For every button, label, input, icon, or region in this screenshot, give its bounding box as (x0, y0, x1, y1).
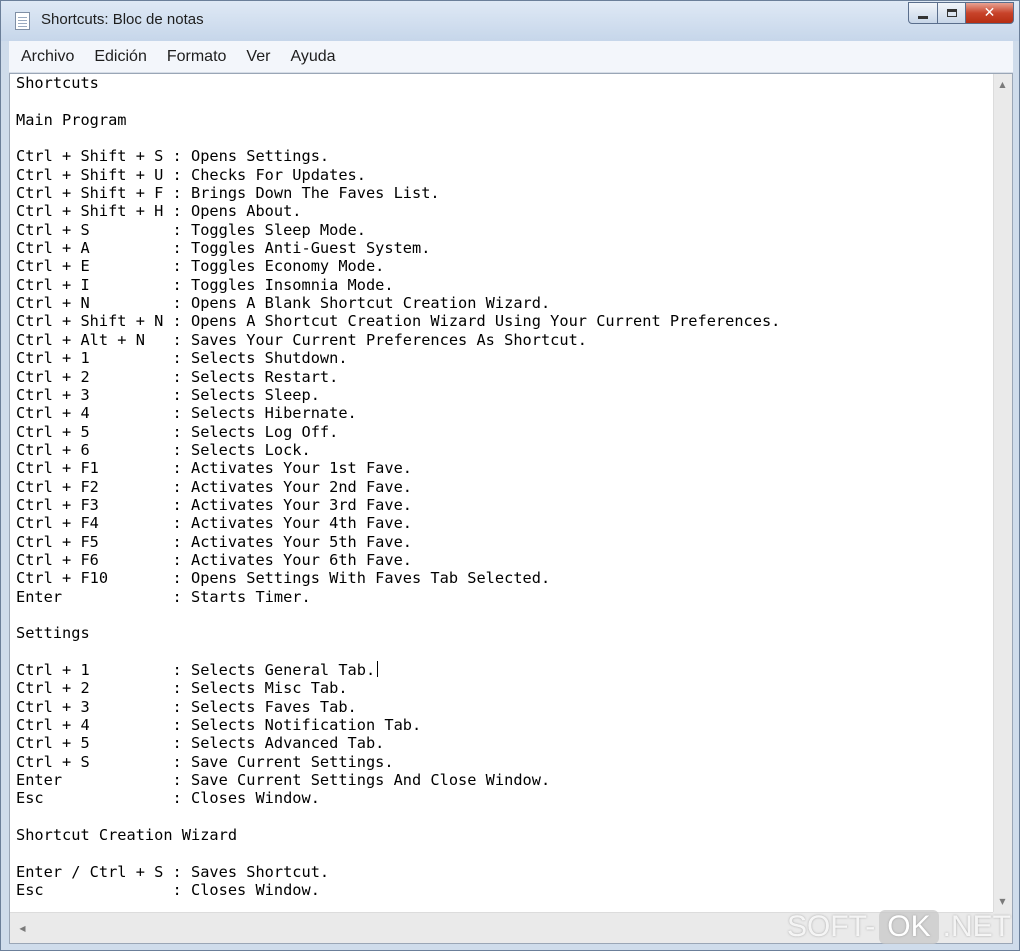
minimize-button[interactable] (908, 2, 938, 24)
text-line: Ctrl + 2 : Selects Restart. (16, 367, 339, 386)
text-line (16, 129, 986, 147)
text-line: Main Program (16, 110, 127, 129)
text-line: Enter : Save Current Settings And Close … (16, 771, 551, 790)
text-line (16, 606, 986, 624)
watermark: SOFT- OK .NET (787, 910, 1011, 944)
menu-ayuda[interactable]: Ayuda (280, 48, 345, 66)
text-line: Ctrl + 4 : Selects Hibernate. (16, 404, 357, 423)
notepad-window: Shortcuts: Bloc de notas ✕ Archivo Edici… (0, 0, 1020, 951)
text-editor[interactable]: Shortcuts Main Program Ctrl + Shift + S : … (9, 73, 1013, 944)
text-line: Ctrl + F10 : Opens Settings With Faves T… (16, 569, 551, 588)
maximize-icon (946, 9, 957, 17)
text-line: Ctrl + Shift + N : Opens A Shortcut Crea… (16, 312, 781, 331)
watermark-right: .NET (942, 910, 1011, 943)
text-line: Shortcuts (16, 74, 99, 92)
watermark-middle: OK (879, 910, 939, 944)
menu-formato[interactable]: Formato (157, 48, 237, 66)
text-line: Ctrl + F1 : Activates Your 1st Fave. (16, 459, 413, 478)
text-line: Shortcut Creation Wizard (16, 826, 238, 845)
text-line: Ctrl + Shift + F : Brings Down The Faves… (16, 184, 440, 203)
text-line: Enter / Ctrl + S : Saves Shortcut. (16, 862, 330, 881)
title-bar[interactable]: Shortcuts: Bloc de notas ✕ (1, 1, 1019, 41)
vertical-scrollbar[interactable]: ▲ ▼ (993, 74, 1012, 912)
text-line: Ctrl + F6 : Activates Your 6th Fave. (16, 550, 413, 569)
text-line (16, 808, 986, 826)
scroll-up-icon[interactable]: ▲ (994, 76, 1011, 93)
maximize-button[interactable] (938, 2, 966, 24)
text-line: Ctrl + 1 : Selects General Tab. (16, 661, 986, 679)
text-line (16, 92, 986, 110)
text-line: Ctrl + S : Save Current Settings. (16, 752, 394, 771)
menu-bar: Archivo Edición Formato Ver Ayuda (9, 41, 1013, 73)
notepad-icon (15, 12, 30, 30)
window-title: Shortcuts: Bloc de notas (41, 11, 204, 28)
minimize-icon (918, 15, 928, 19)
text-line: Ctrl + N : Opens A Blank Shortcut Creati… (16, 294, 551, 313)
text-line: Ctrl + 3 : Selects Sleep. (16, 385, 320, 404)
caption-buttons: ✕ (908, 2, 1014, 26)
text-line: Ctrl + 2 : Selects Misc Tab. (16, 679, 348, 698)
text-line: Ctrl + F5 : Activates Your 5th Fave. (16, 532, 413, 551)
scroll-down-icon[interactable]: ▼ (994, 893, 1011, 910)
text-line: Ctrl + 4 : Selects Notification Tab. (16, 716, 422, 735)
text-line: Ctrl + I : Toggles Insomnia Mode. (16, 275, 394, 294)
text-line (16, 643, 986, 661)
menu-edicion[interactable]: Edición (84, 48, 156, 66)
text-line: Esc : Closes Window. (16, 789, 320, 808)
watermark-left: SOFT- (786, 910, 876, 943)
text-line: Ctrl + F3 : Activates Your 3rd Fave. (16, 495, 413, 514)
document-text[interactable]: Shortcuts Main Program Ctrl + Shift + S : … (16, 74, 986, 912)
text-line: Ctrl + Shift + H : Opens About. (16, 202, 302, 221)
text-line: Ctrl + Shift + S : Opens Settings. (16, 147, 330, 166)
text-line: Enter : Starts Timer. (16, 587, 311, 606)
text-line (16, 844, 986, 862)
text-line: Ctrl + 3 : Selects Faves Tab. (16, 697, 357, 716)
text-line: Ctrl + Shift + U : Checks For Updates. (16, 165, 366, 184)
text-caret (377, 661, 379, 677)
text-line: Ctrl + 5 : Selects Advanced Tab. (16, 734, 385, 753)
text-line: Ctrl + F2 : Activates Your 2nd Fave. (16, 477, 413, 496)
text-line: Ctrl + S : Toggles Sleep Mode. (16, 220, 366, 239)
text-line: Esc : Closes Window. (16, 881, 320, 900)
text-line: Ctrl + 6 : Selects Lock. (16, 440, 311, 459)
menu-archivo[interactable]: Archivo (9, 48, 84, 66)
text-line: Ctrl + E : Toggles Economy Mode. (16, 257, 385, 276)
text-line: Ctrl + A : Toggles Anti-Guest System. (16, 239, 431, 258)
text-line: Ctrl + F4 : Activates Your 4th Fave. (16, 514, 413, 533)
scroll-left-icon[interactable]: ◀ (14, 920, 31, 937)
menu-ver[interactable]: Ver (236, 48, 280, 66)
text-line: Ctrl + 5 : Selects Log Off. (16, 422, 339, 441)
close-icon: ✕ (983, 5, 996, 21)
close-button[interactable]: ✕ (966, 2, 1014, 24)
text-line: Ctrl + Alt + N : Saves Your Current Pref… (16, 330, 587, 349)
text-line: Ctrl + 1 : Selects Shutdown. (16, 349, 348, 368)
text-line: Settings (16, 624, 90, 643)
